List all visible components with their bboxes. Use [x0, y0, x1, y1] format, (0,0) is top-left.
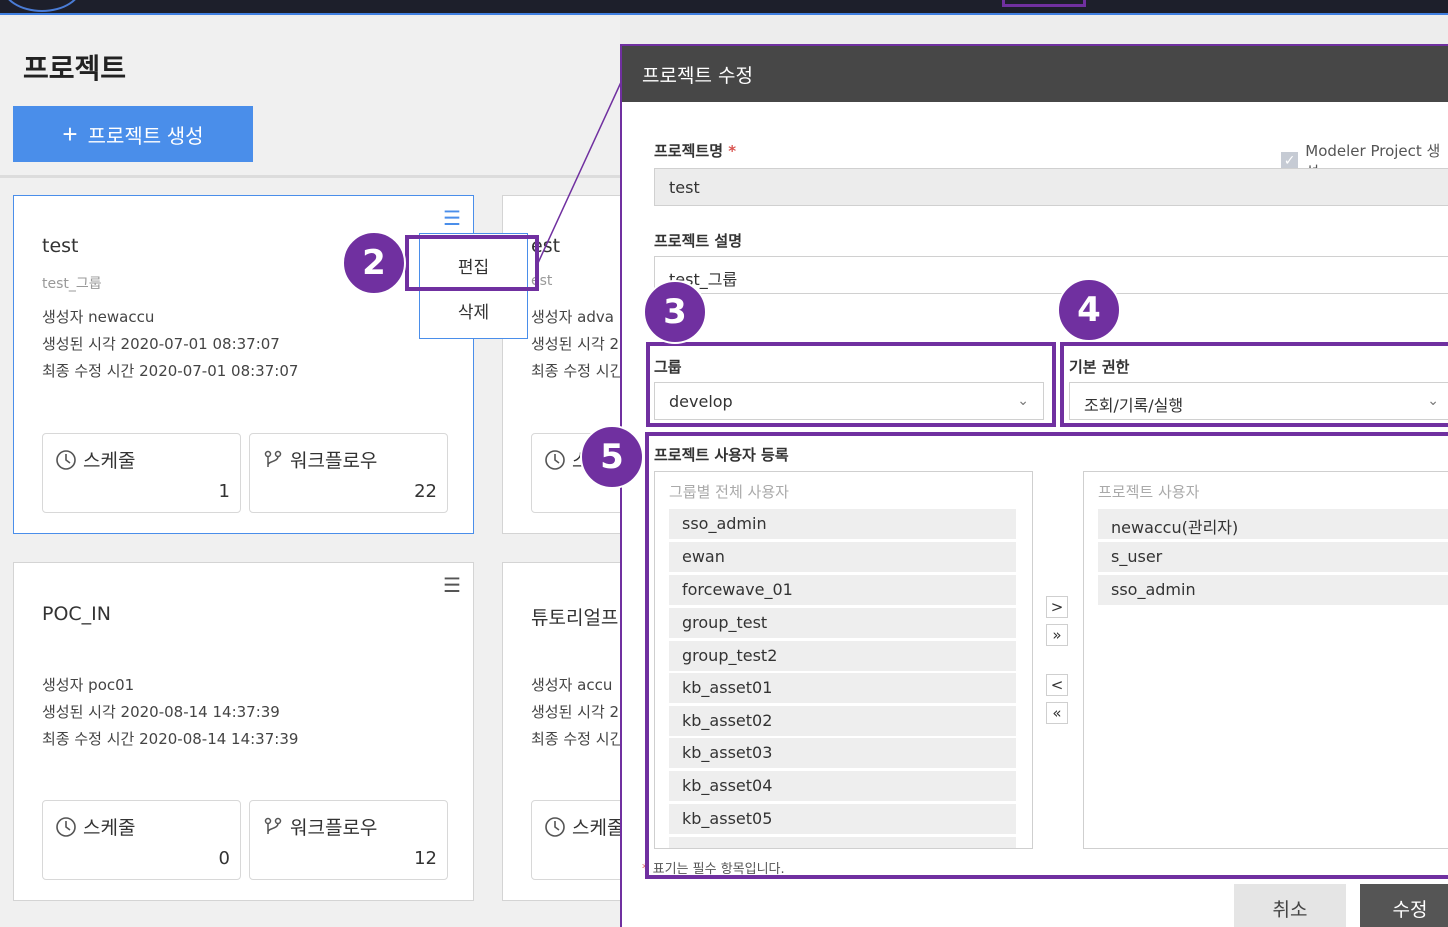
- highlight-edit-menu: [405, 235, 539, 291]
- step-badge-5: 5: [580, 425, 644, 489]
- step-badge-4: 4: [1057, 278, 1121, 342]
- step-badge-2: 2: [342, 231, 406, 295]
- project-name-label: 프로젝트명 *: [654, 142, 737, 160]
- modal-title: 프로젝트 수정: [622, 46, 1448, 102]
- highlight-permission-field: [1060, 342, 1448, 427]
- submit-button[interactable]: 수정: [1360, 884, 1448, 927]
- project-description-input[interactable]: test_그룹: [654, 256, 1448, 294]
- cancel-button[interactable]: 취소: [1234, 884, 1346, 927]
- step-badge-3: 3: [643, 280, 707, 344]
- highlight-group-field: [646, 342, 1056, 427]
- required-mark: *: [728, 142, 737, 160]
- highlight-user-registration: [645, 432, 1448, 879]
- project-description-label: 프로젝트 설명: [654, 232, 743, 250]
- project-name-input[interactable]: test: [654, 168, 1448, 206]
